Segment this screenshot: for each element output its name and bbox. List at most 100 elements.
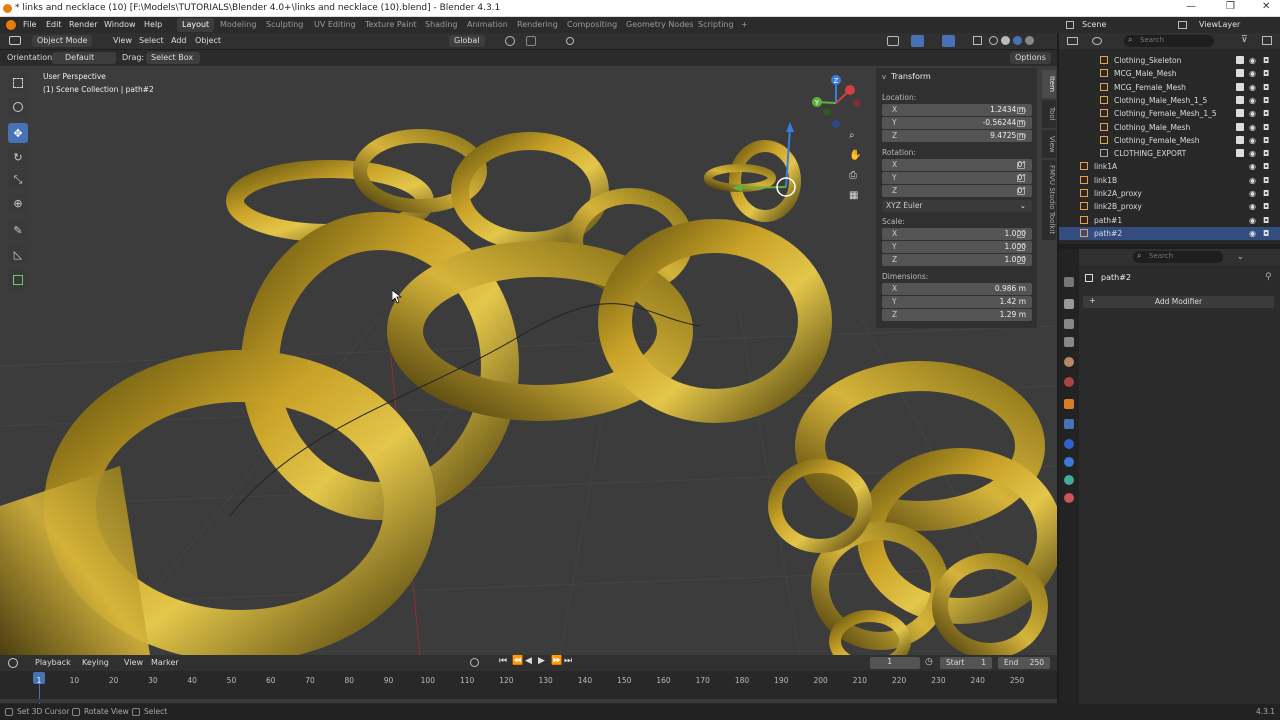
tab-shading[interactable]: Shading (420, 18, 463, 32)
exclude-checkbox[interactable] (1236, 135, 1244, 144)
editor-type-icon[interactable] (9, 36, 21, 45)
camera-icon[interactable]: ◘ (1263, 149, 1269, 158)
material-tab-icon[interactable] (1064, 493, 1074, 503)
annotate-tool[interactable]: ✎ (8, 220, 28, 240)
drag-dropdown[interactable]: Select Box (146, 52, 200, 64)
camera-icon[interactable]: ◘ (1263, 69, 1269, 78)
camera-icon[interactable]: ◘ (1263, 123, 1269, 132)
lock-icon[interactable] (1017, 244, 1025, 251)
menu-help[interactable]: Help (144, 20, 162, 29)
end-frame-field[interactable]: End 250 (998, 657, 1050, 669)
menu-edit[interactable]: Edit (46, 20, 62, 29)
camera-icon[interactable]: ◘ (1263, 162, 1269, 171)
menu-keying[interactable]: Keying (77, 657, 114, 669)
physics-tab-icon[interactable] (1064, 457, 1074, 467)
rotation-x-field[interactable]: X 0° (882, 159, 1032, 171)
lock-icon[interactable] (1017, 133, 1025, 140)
outliner-item[interactable]: link2B_proxy ◉ ◘ (1059, 200, 1280, 213)
scale-tool[interactable]: ⤡ (8, 170, 28, 190)
camera-icon[interactable]: ◘ (1263, 189, 1269, 198)
location-y-field[interactable]: Y -0.56244 m (882, 117, 1032, 129)
timeline-editor-icon[interactable] (8, 658, 18, 668)
scale-x-field[interactable]: X 1.000 (882, 228, 1032, 240)
close-button[interactable]: ✕ (1262, 1, 1270, 12)
lock-icon[interactable] (1017, 120, 1025, 127)
play-reverse-icon[interactable]: ◀ (525, 656, 532, 666)
outliner-item[interactable]: link2A_proxy ◉ ◘ (1059, 187, 1280, 200)
camera-icon[interactable]: ◘ (1263, 83, 1269, 92)
camera-view-icon[interactable]: ⎙ (849, 170, 857, 181)
scale-z-field[interactable]: Z 1.000 (882, 254, 1032, 266)
outliner-item[interactable]: Clothing_Male_Mesh_1_5 ◉ ◘ (1059, 94, 1280, 107)
camera-icon[interactable]: ◘ (1263, 229, 1269, 238)
exclude-checkbox[interactable] (1236, 56, 1244, 64)
eye-icon[interactable]: ◉ (1249, 216, 1256, 225)
dimensions-z-field[interactable]: Z 1.29 m (882, 309, 1032, 321)
rotation-z-field[interactable]: Z 0° (882, 185, 1032, 197)
outliner-item[interactable]: CLOTHING_EXPORT ◉ ◘ (1059, 147, 1280, 160)
select-box-tool[interactable] (8, 73, 28, 93)
outliner-item[interactable]: Clothing_Female_Mesh ◉ ◘ (1059, 134, 1280, 147)
eye-icon[interactable]: ◉ (1249, 189, 1256, 198)
eye-icon[interactable]: ◉ (1249, 109, 1256, 118)
modifier-tab-icon[interactable] (1064, 419, 1074, 429)
add-workspace-button[interactable]: + (736, 18, 753, 32)
pivot-point-icon[interactable] (505, 36, 515, 46)
eye-icon[interactable]: ◉ (1249, 69, 1256, 78)
tab-scripting[interactable]: Scripting (693, 18, 739, 32)
sidebar-tab-item[interactable]: Item (1042, 70, 1056, 98)
wireframe-shading-icon[interactable] (989, 36, 998, 45)
filter-icon[interactable]: ⊽ (1241, 35, 1248, 45)
dimensions-x-field[interactable]: X 0.986 m (882, 283, 1032, 295)
rotation-mode-dropdown[interactable]: XYZ Euler ⌄ (882, 200, 1032, 212)
camera-icon[interactable]: ◘ (1263, 176, 1269, 185)
proportional-edit-icon[interactable] (566, 37, 574, 45)
collapse-chevron-icon[interactable]: v (882, 73, 886, 81)
output-tab-icon[interactable] (1064, 319, 1074, 329)
jump-end-icon[interactable]: ⏭ (564, 656, 572, 666)
camera-icon[interactable]: ◘ (1263, 202, 1269, 211)
rotate-tool[interactable]: ↻ (8, 147, 28, 167)
lock-icon[interactable] (1017, 162, 1025, 169)
start-frame-field[interactable]: Start 1 (940, 657, 992, 669)
lock-icon[interactable] (1017, 188, 1025, 195)
new-collection-icon[interactable] (1262, 36, 1272, 45)
add-modifier-button[interactable]: + Add Modifier (1083, 296, 1274, 308)
jump-keyframe-back-icon[interactable]: ⏪ (512, 656, 523, 666)
solid-shading-icon[interactable] (1001, 36, 1010, 45)
material-shading-icon[interactable] (1013, 36, 1022, 45)
eye-icon[interactable]: ◉ (1249, 162, 1256, 171)
jump-keyframe-forward-icon[interactable]: ⏩ (551, 656, 562, 666)
tab-rendering[interactable]: Rendering (512, 18, 563, 32)
eye-icon[interactable]: ◉ (1249, 136, 1256, 145)
location-z-field[interactable]: Z 9.4725 m (882, 130, 1032, 142)
transform-section-title[interactable]: Transform (891, 72, 931, 81)
render-tab-icon[interactable] (1064, 299, 1074, 309)
rendered-shading-icon[interactable] (1025, 36, 1034, 45)
outliner-item[interactable]: path#1 ◉ ◘ (1059, 214, 1280, 227)
sidebar-tab-fmvu-toolkit[interactable]: FMVU Studio Toolkit (1042, 160, 1056, 240)
object-data-tab-icon[interactable] (1064, 475, 1074, 485)
outliner-item[interactable]: path#2 ◉ ◘ (1059, 226, 1280, 240)
move-tool[interactable]: ✥ (8, 123, 28, 143)
overlay-toggle-icon[interactable] (942, 35, 955, 47)
zoom-icon[interactable]: ⌕ (849, 130, 855, 141)
lock-icon[interactable] (1017, 175, 1025, 182)
tab-geometry-nodes[interactable]: Geometry Nodes (621, 18, 698, 32)
outliner-item[interactable]: MCG_Female_Mesh ◉ ◘ (1059, 81, 1280, 94)
menu-add[interactable]: Add (166, 35, 192, 47)
sidebar-tab-tool[interactable]: Tool (1042, 100, 1056, 128)
measure-tool[interactable]: ◺ (8, 244, 28, 264)
scale-y-field[interactable]: Y 1.000 (882, 241, 1032, 253)
transform-orientation-dropdown[interactable]: Global (449, 35, 485, 47)
navigation-gizmo[interactable]: Z Y (805, 72, 867, 134)
minimize-button[interactable]: — (1186, 1, 1196, 12)
display-mode-icon[interactable] (1092, 37, 1102, 45)
chevron-down-icon[interactable]: ⌄ (1237, 252, 1244, 261)
current-frame-field[interactable]: 1 (870, 657, 920, 669)
tab-animation[interactable]: Animation (462, 18, 513, 32)
options-dropdown[interactable]: Options (1010, 52, 1051, 64)
tab-compositing[interactable]: Compositing (562, 18, 622, 32)
cursor-tool[interactable] (8, 97, 28, 117)
menu-marker[interactable]: Marker (146, 657, 184, 669)
